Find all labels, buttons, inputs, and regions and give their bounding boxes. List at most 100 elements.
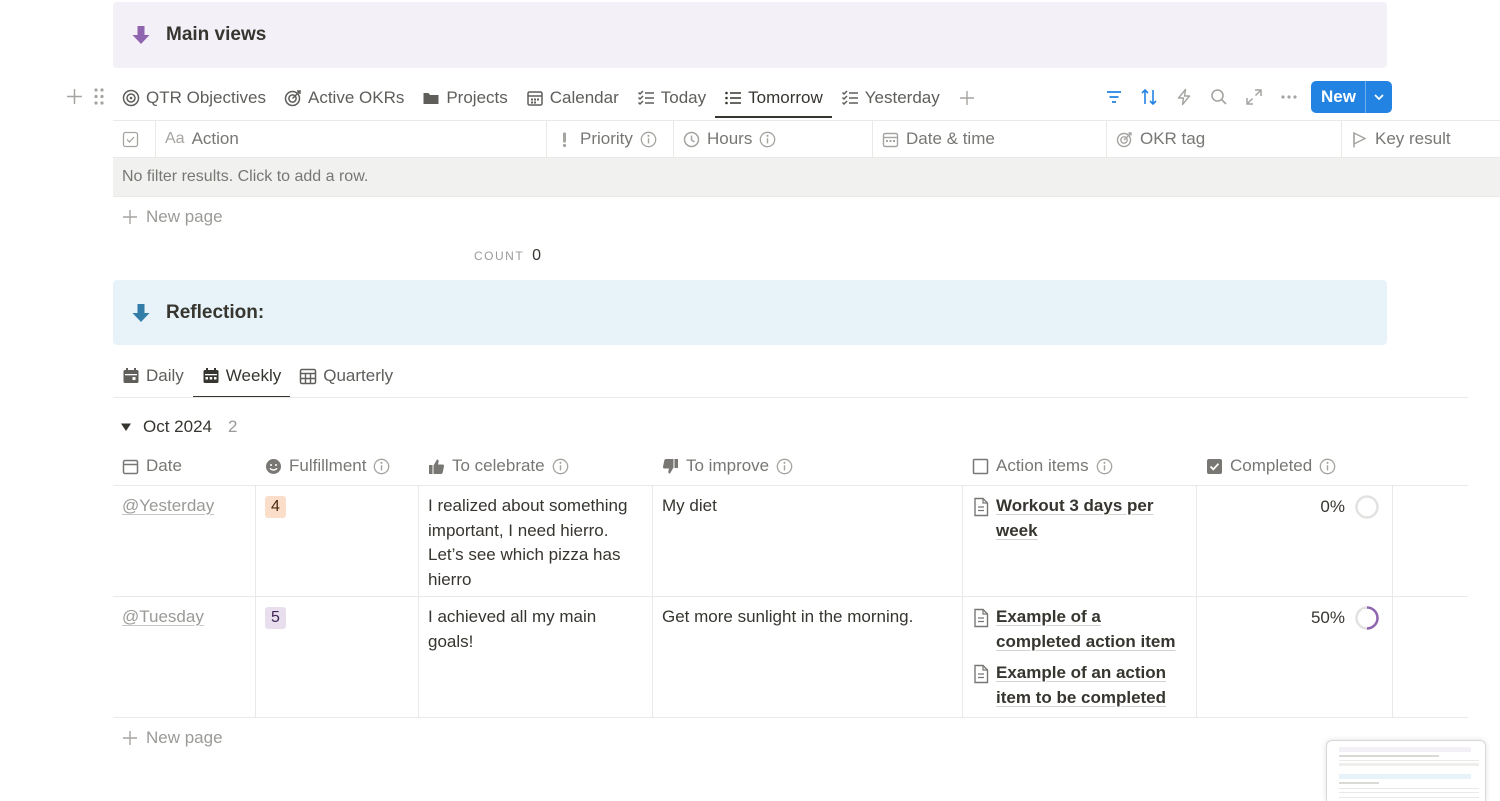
date-mention[interactable]: @Tuesday (122, 607, 204, 626)
tab-today[interactable]: Today (628, 78, 715, 118)
divider (113, 397, 1468, 398)
reflection-table-header: Date Fulfillment To celebrate To improve… (113, 447, 1468, 486)
more-button[interactable] (1271, 80, 1306, 114)
expand-icon (1245, 89, 1262, 105)
fulfillment-cell[interactable]: 5 (256, 597, 419, 717)
drag-handle-icon[interactable] (93, 87, 105, 106)
column-hours[interactable]: Hours (674, 121, 873, 157)
select-all-checkbox[interactable] (113, 121, 156, 157)
fulfillment-cell[interactable]: 4 (256, 486, 419, 596)
action-item-link[interactable]: Workout 3 days per week (972, 494, 1187, 543)
checkbox-checked-icon (1207, 458, 1222, 474)
new-button[interactable]: New (1311, 81, 1392, 113)
info-icon[interactable] (552, 458, 569, 475)
empty-filter-row[interactable]: No filter results. Click to add a row. (113, 158, 1500, 197)
column-action[interactable]: Aa Action (156, 121, 547, 157)
action-items-cell[interactable]: Workout 3 days per week (963, 486, 1197, 596)
progress-indicator: 0% (1320, 494, 1380, 520)
clock-icon (683, 131, 700, 147)
table-row[interactable]: @Tuesday 5 I achieved all my main goals!… (113, 597, 1468, 718)
tab-active-okrs[interactable]: Active OKRs (275, 78, 413, 118)
automation-button[interactable] (1166, 80, 1201, 114)
info-icon[interactable] (373, 458, 390, 475)
calendar-week-icon (203, 368, 219, 383)
celebrate-cell[interactable]: I realized about something important, I … (419, 486, 653, 596)
smiley-icon (266, 458, 281, 474)
sort-button[interactable] (1131, 80, 1166, 114)
calendar-icon (122, 459, 139, 474)
new-page-button[interactable]: New page (113, 720, 223, 756)
main-views-callout: Main views (113, 2, 1387, 68)
column-date[interactable]: Date (113, 447, 256, 485)
column-completed[interactable]: Completed (1197, 447, 1392, 485)
list-icon (725, 91, 742, 105)
column-to-improve[interactable]: To improve (653, 447, 963, 485)
info-icon[interactable] (776, 458, 793, 475)
more-icon (1280, 95, 1297, 99)
completed-cell[interactable]: 50% (1197, 597, 1393, 717)
action-item-link[interactable]: Example of an action item to be complete… (972, 661, 1187, 710)
checkbox-empty-icon (972, 458, 989, 474)
table-row[interactable]: @Yesterday 4 I realized about something … (113, 486, 1468, 597)
celebrate-cell[interactable]: I achieved all my main goals! (419, 597, 653, 717)
column-action-items[interactable]: Action items (963, 447, 1197, 485)
add-view-button[interactable] (949, 78, 985, 118)
column-fulfillment[interactable]: Fulfillment (256, 447, 419, 485)
tab-daily[interactable]: Daily (113, 354, 193, 398)
add-block-icon[interactable] (66, 88, 83, 105)
improve-cell[interactable]: My diet (653, 486, 963, 596)
action-items-cell[interactable]: Example of a completed action item Examp… (963, 597, 1197, 717)
improve-cell[interactable]: Get more sunlight in the morning. (653, 597, 963, 717)
info-icon[interactable] (640, 131, 657, 148)
tab-yesterday[interactable]: Yesterday (832, 78, 949, 118)
info-icon[interactable] (759, 131, 776, 148)
tab-label: Today (660, 88, 707, 107)
tab-quarterly[interactable]: Quarterly (290, 354, 402, 398)
search-button[interactable] (1201, 80, 1236, 114)
plus-icon (959, 91, 974, 105)
tab-weekly[interactable]: Weekly (192, 354, 291, 398)
filter-button[interactable] (1096, 80, 1131, 114)
checklist-icon (637, 90, 654, 106)
date-mention[interactable]: @Yesterday (122, 496, 214, 515)
tab-projects[interactable]: Projects (413, 78, 516, 118)
group-count: 2 (228, 417, 238, 436)
column-key-result[interactable]: Key result (1342, 121, 1500, 157)
completed-cell[interactable]: 0% (1197, 486, 1393, 596)
tab-tomorrow[interactable]: Tomorrow (715, 78, 832, 118)
new-page-label: New page (146, 728, 223, 747)
expand-button[interactable] (1236, 80, 1271, 114)
caret-down-icon[interactable] (119, 420, 133, 434)
info-icon[interactable] (1319, 458, 1336, 475)
action-item-link[interactable]: Example of a completed action item (972, 605, 1187, 654)
date-cell[interactable]: @Tuesday (113, 597, 256, 717)
tab-label: Tomorrow (748, 88, 823, 107)
actions-table-header: Aa Action Priority Hours Date & time OKR… (113, 120, 1500, 158)
column-to-celebrate[interactable]: To celebrate (419, 447, 653, 485)
calendar-icon (882, 132, 899, 147)
column-okr-tag[interactable]: OKR tag (1107, 121, 1342, 157)
checkbox-icon (122, 131, 139, 147)
tab-label: QTR Objectives (146, 88, 266, 107)
page-minimap[interactable] (1326, 740, 1486, 801)
column-priority[interactable]: Priority (547, 121, 674, 157)
tab-label: Active OKRs (307, 88, 405, 107)
count-summary[interactable]: COUNT 0 (474, 247, 541, 265)
column-label: To improve (686, 456, 770, 475)
info-icon[interactable] (1096, 458, 1113, 475)
column-label: Action (191, 129, 239, 148)
arrow-down-icon (132, 303, 150, 322)
tab-label: Quarterly (323, 366, 394, 385)
tab-calendar[interactable]: Calendar (517, 78, 628, 118)
group-header[interactable]: Oct 2024 2 (113, 417, 237, 437)
column-label: To celebrate (452, 456, 545, 475)
date-cell[interactable]: @Yesterday (113, 486, 256, 596)
target-arrow-icon (1116, 131, 1132, 147)
lightning-icon (1177, 88, 1190, 106)
column-date-time[interactable]: Date & time (873, 121, 1107, 157)
chevron-down-icon (1374, 94, 1384, 101)
tab-qtr-objectives[interactable]: QTR Objectives (113, 78, 275, 118)
new-options-button[interactable] (1364, 81, 1392, 113)
new-page-button[interactable]: New page (113, 199, 223, 235)
exclamation-icon (562, 132, 567, 147)
